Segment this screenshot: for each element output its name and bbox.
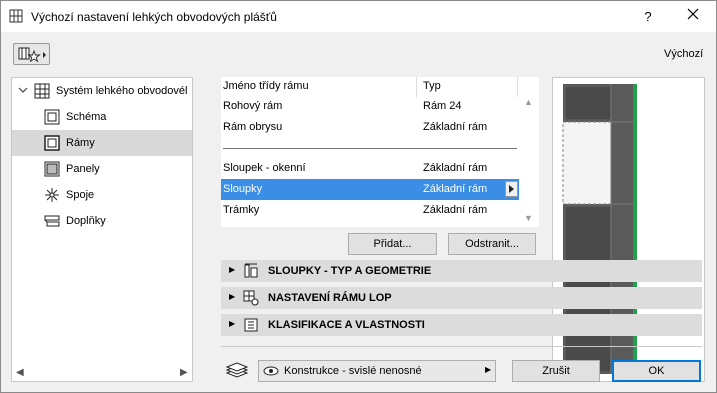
section-frame-settings[interactable]: ▶ NASTAVENÍ RÁMU LOP (221, 287, 702, 309)
scroll-right-icon[interactable]: ▶ (180, 367, 188, 378)
tree-item-curtain-wall-system[interactable]: Systém lehkého obvodovél (12, 78, 192, 104)
favorites-button[interactable] (13, 43, 50, 65)
tree-item-junctions[interactable]: Spoje (12, 182, 192, 208)
list-vertical-scrollbar[interactable]: ▲ ▼ (521, 77, 537, 227)
list-header: Jméno třídy rámu Typ (221, 77, 519, 98)
tree-item-scheme[interactable]: Schéma (12, 104, 192, 130)
tree-item-label: Spoje (66, 189, 95, 201)
help-button[interactable]: ? (633, 5, 663, 29)
classification-icon (243, 317, 259, 333)
list-item[interactable]: Rohový rám Rám 24 (221, 96, 519, 117)
chevron-right-icon: ▶ (229, 319, 236, 328)
default-settings-label: Výchozí (664, 48, 704, 60)
tree-item-label: Schéma (66, 111, 107, 123)
mullion-geometry-icon (243, 263, 259, 279)
add-button[interactable]: Přidat... (348, 233, 437, 255)
section-label: SLOUPKY - TYP A GEOMETRIE (268, 265, 432, 277)
scheme-icon (44, 109, 60, 125)
remove-button[interactable]: Odstranit... (448, 233, 536, 255)
list-item-selected[interactable]: Sloupky Základní rám (221, 179, 519, 200)
frame-class-type: Základní rám (423, 162, 488, 174)
scroll-up-icon[interactable]: ▲ (524, 97, 533, 107)
title-bar: Výchozí nastavení lehkých obvodových plá… (1, 1, 716, 32)
list-item[interactable]: Rám obrysu Základní rám (221, 117, 519, 138)
app-icon (9, 9, 23, 23)
window-title: Výchozí nastavení lehkých obvodových plá… (31, 10, 277, 24)
type-menu-button[interactable] (505, 181, 518, 197)
chevron-right-icon: ▶ (229, 292, 236, 301)
column-header-name: Jméno třídy rámu (223, 80, 309, 92)
frame-class-name: Sloupky (223, 183, 263, 195)
dialog-window: Výchozí nastavení lehkých obvodových plá… (0, 0, 717, 393)
chevron-right-icon (509, 185, 514, 193)
panels-icon (44, 161, 60, 177)
frame-class-type: Základní rám (423, 121, 488, 133)
chevron-right-icon: ▶ (229, 265, 236, 274)
section-mullion-type-geometry[interactable]: ▶ SLOUPKY - TYP A GEOMETRIE (221, 260, 702, 282)
tree-item-frames[interactable]: Rámy (12, 130, 192, 156)
frame-settings-icon (243, 290, 259, 306)
column-separator (517, 77, 518, 97)
favorites-icon (18, 47, 46, 63)
eye-icon (263, 365, 279, 380)
list-item[interactable]: Trámky Základní rám (221, 200, 519, 221)
tree-item-accessories[interactable]: Doplňky (12, 208, 192, 234)
settings-tree: Systém lehkého obvodovél Schéma Rámy Pan… (11, 77, 193, 382)
tree-item-label: Systém lehkého obvodovél (56, 85, 188, 97)
frame-class-type: Základní rám (423, 183, 488, 195)
close-button[interactable] (678, 5, 708, 29)
layer-icon (225, 361, 249, 381)
cancel-button[interactable]: Zrušit (512, 360, 600, 382)
tree-horizontal-scrollbar[interactable]: ◀ ▶ (12, 365, 192, 381)
section-classification-properties[interactable]: ▶ KLASIFIKACE A VLASTNOSTI (221, 314, 702, 336)
expand-chevron-icon[interactable] (18, 85, 28, 95)
section-label: NASTAVENÍ RÁMU LOP (268, 292, 392, 304)
list-item[interactable]: Sloupek - okenní Základní rám (221, 158, 519, 179)
frame-class-name: Trámky (223, 204, 260, 216)
footer-divider (221, 346, 702, 347)
preview-panel (552, 77, 705, 382)
list-divider (223, 148, 517, 149)
frame-class-type: Rám 24 (423, 100, 462, 112)
column-header-type: Typ (423, 80, 441, 92)
scroll-left-icon[interactable]: ◀ (16, 367, 24, 378)
curtain-wall-system-icon (34, 83, 50, 99)
frame-class-name: Rohový rám (223, 100, 283, 112)
tree-item-label: Rámy (66, 137, 95, 149)
frame-class-name: Rám obrysu (223, 121, 283, 133)
section-label: KLASIFIKACE A VLASTNOSTI (268, 319, 425, 331)
dropdown-arrow-icon: ▶ (485, 365, 492, 374)
scroll-down-icon[interactable]: ▼ (524, 213, 533, 223)
frame-class-list: Jméno třídy rámu Typ Rohový rám Rám 24 R… (221, 77, 539, 227)
column-separator (416, 77, 417, 97)
junctions-icon (44, 187, 60, 203)
layer-select[interactable]: Konstrukce - svislé nenosné ▶ (258, 360, 496, 382)
frames-icon (44, 135, 60, 151)
accessories-icon (44, 213, 60, 229)
ok-button[interactable]: OK (612, 360, 701, 382)
tree-item-label: Doplňky (66, 215, 106, 227)
frame-class-type: Základní rám (423, 204, 488, 216)
close-icon (687, 8, 699, 20)
frame-class-name: Sloupek - okenní (223, 162, 306, 174)
tree-item-label: Panely (66, 163, 100, 175)
tree-item-panels[interactable]: Panely (12, 156, 192, 182)
layer-value: Konstrukce - svislé nenosné (284, 365, 422, 377)
